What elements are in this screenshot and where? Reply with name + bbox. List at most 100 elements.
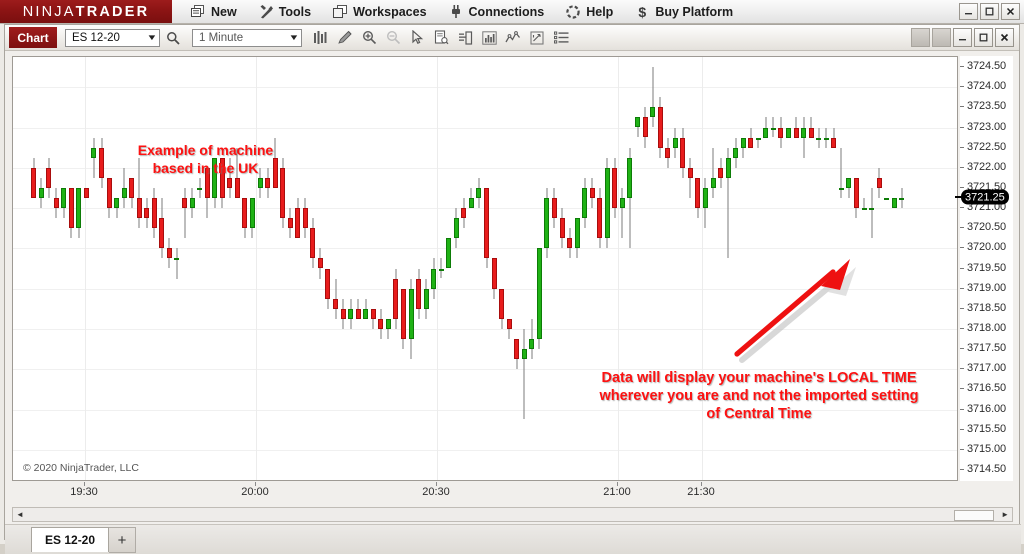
candle-wick — [523, 328, 525, 420]
menu-item-workspaces[interactable]: Workspaces — [322, 0, 437, 23]
candle-body — [755, 137, 761, 140]
scroll-right-arrow-icon[interactable]: ► — [998, 510, 1012, 519]
candlestick — [38, 57, 44, 480]
price-tick-label: 3720.00 — [967, 241, 1007, 254]
data-box-icon[interactable] — [430, 27, 452, 49]
candle-body — [770, 127, 776, 130]
timeframe-value: 1 Minute — [199, 31, 244, 44]
candlestick — [416, 57, 422, 480]
candle-body — [310, 228, 316, 259]
candlestick — [159, 57, 165, 480]
candle-body — [506, 318, 512, 329]
chart-menu-button[interactable]: Chart — [9, 27, 57, 48]
horizontal-scrollbar[interactable]: ◄ ► — [12, 507, 1013, 522]
candle-body — [317, 258, 323, 269]
menu-item-help[interactable]: Help — [555, 0, 624, 23]
candle-body — [627, 157, 633, 198]
candlestick — [499, 57, 505, 480]
main-window-controls — [959, 3, 1020, 20]
candle-body — [891, 198, 897, 209]
candle-body — [687, 167, 693, 178]
link-group-b-button[interactable] — [932, 28, 951, 47]
maximize-button[interactable] — [980, 3, 999, 20]
candle-body — [400, 288, 406, 339]
candle-body — [838, 187, 844, 190]
price-tick — [960, 146, 964, 148]
scrollbar-thumb[interactable] — [954, 510, 994, 521]
scroll-left-arrow-icon[interactable]: ◄ — [13, 510, 27, 519]
menu-label-new: New — [211, 4, 237, 19]
price-plot-area[interactable]: Example of machine based in the UK Data … — [12, 56, 958, 481]
zoom-in-icon[interactable] — [358, 27, 380, 49]
candlestick — [295, 57, 301, 480]
link-group-a-button[interactable] — [911, 28, 930, 47]
candlestick — [574, 57, 580, 480]
time-axis[interactable]: 19:30 20:00 20:30 21:00 21:30 — [12, 482, 958, 503]
candle-body — [536, 248, 542, 339]
candlestick — [242, 57, 248, 480]
add-tab-button[interactable]: + — [109, 527, 137, 553]
candlestick — [189, 57, 195, 480]
price-axis[interactable]: 3724.50 3724.00 3723.50 3723.00 3722.50 3722.… — [955, 56, 1013, 481]
candle-body — [295, 208, 301, 239]
candle-body — [121, 187, 127, 198]
chart-maximize-button[interactable] — [974, 28, 993, 47]
menu-item-buy-platform[interactable]: $ Buy Platform — [624, 0, 744, 23]
candlestick — [310, 57, 316, 480]
candlestick — [484, 57, 489, 480]
candle-wick — [712, 147, 714, 198]
tab-es-12-20[interactable]: ES 12-20 — [31, 527, 110, 552]
candle-body — [197, 187, 203, 190]
candle-body — [144, 208, 150, 219]
menu-item-new[interactable]: New — [180, 0, 248, 23]
candlestick — [31, 57, 36, 480]
price-tick — [960, 287, 964, 289]
candlestick — [129, 57, 135, 480]
price-tick-label: 3722.50 — [967, 140, 1007, 153]
indicators-icon[interactable] — [478, 27, 500, 49]
price-tick-label: 3723.50 — [967, 100, 1007, 113]
candlestick — [197, 57, 203, 480]
chart-trader-icon[interactable] — [526, 27, 548, 49]
chart-close-button[interactable] — [995, 28, 1014, 47]
strategies-icon[interactable] — [502, 27, 524, 49]
candle-body — [242, 198, 248, 229]
candle-body — [816, 137, 822, 140]
price-tick — [960, 388, 964, 390]
candle-wick — [621, 187, 623, 239]
annotation-local-time: Data will display your machine's LOCAL T… — [599, 370, 919, 423]
candle-body — [786, 127, 791, 138]
zoom-out-icon[interactable] — [382, 27, 404, 49]
candle-body — [91, 147, 97, 158]
candlestick — [521, 57, 527, 480]
candle-wick — [93, 137, 95, 178]
candle-body — [793, 127, 799, 138]
price-tick-label: 3719.00 — [967, 281, 1007, 294]
candlestick — [182, 57, 187, 480]
close-button[interactable] — [1001, 3, 1020, 20]
candle-body — [702, 187, 708, 208]
menu-item-tools[interactable]: Tools — [248, 0, 322, 23]
timeframe-selector[interactable]: 1 Minute ▼ — [192, 28, 302, 47]
price-tick-label: 3718.50 — [967, 301, 1007, 314]
properties-list-icon[interactable] — [550, 27, 572, 49]
candle-body — [416, 278, 422, 309]
chart-minimize-button[interactable] — [953, 28, 972, 47]
minimize-button[interactable] — [959, 3, 978, 20]
chart-template-icon[interactable] — [454, 27, 476, 49]
candle-body — [461, 208, 467, 219]
bar-chart-type-icon[interactable] — [310, 27, 332, 49]
candle-body — [823, 137, 829, 140]
candle-body — [619, 198, 625, 209]
cursor-pointer-icon[interactable] — [406, 27, 428, 49]
search-icon[interactable] — [162, 27, 184, 49]
menu-item-connections[interactable]: Connections — [438, 0, 556, 23]
chart-window: Chart ES 12-20 ▼ 1 Minute ▼ Example of m… — [4, 24, 1021, 554]
price-tick — [960, 166, 964, 168]
candlestick — [446, 57, 452, 480]
candle-wick — [652, 67, 654, 128]
price-tick — [960, 186, 964, 188]
instrument-selector[interactable]: ES 12-20 ▼ — [65, 28, 160, 47]
drawing-tools-icon[interactable] — [334, 27, 356, 49]
candle-wick — [871, 187, 872, 239]
